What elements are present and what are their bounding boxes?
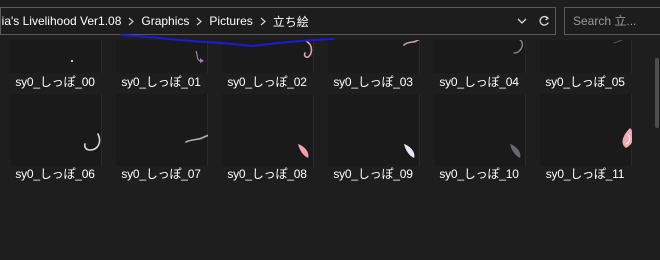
file-thumbnail[interactable] xyxy=(116,94,208,166)
tail-image-icon xyxy=(510,144,521,158)
file-name: sy0_しっぽ_07 xyxy=(121,167,201,181)
file-name: sy0_しっぽ_08 xyxy=(227,167,307,181)
tail-image-icon xyxy=(298,144,309,158)
file-thumbnail[interactable] xyxy=(222,94,314,166)
breadcrumb: lia's Livelihood Ver1.08 Graphics Pictur… xyxy=(1,8,511,34)
file-thumbnail[interactable] xyxy=(540,94,632,166)
breadcrumb-item-pictures[interactable]: Pictures xyxy=(205,14,256,28)
breadcrumb-item-graphics[interactable]: Graphics xyxy=(137,14,193,28)
chevron-right-icon[interactable] xyxy=(193,17,205,26)
file-name: sy0_しっぽ_10 xyxy=(439,167,519,181)
file-item[interactable]: sy0_しっぽ_10 xyxy=(426,94,532,188)
file-name: sy0_しっぽ_06 xyxy=(15,167,95,181)
file-name: sy0_しっぽ_05 xyxy=(545,75,625,89)
address-bar[interactable]: lia's Livelihood Ver1.08 Graphics Pictur… xyxy=(0,7,556,35)
tail-image-icon xyxy=(83,133,101,151)
chevron-down-icon[interactable] xyxy=(511,8,533,34)
file-item[interactable]: sy0_しっぽ_07 xyxy=(108,94,214,188)
file-name: sy0_しっぽ_09 xyxy=(333,167,413,181)
file-item[interactable]: sy0_しっぽ_09 xyxy=(320,94,426,188)
refresh-icon[interactable] xyxy=(533,8,555,34)
tail-image-icon xyxy=(185,134,208,143)
tail-image-icon xyxy=(404,144,415,158)
file-item[interactable]: sy0_しっぽ_08 xyxy=(214,94,320,188)
file-item[interactable]: sy0_しっぽ_11 xyxy=(532,94,638,188)
file-thumbnail[interactable] xyxy=(10,94,102,166)
chevron-right-icon[interactable] xyxy=(125,17,137,26)
file-explorer-window: sy0_しっぽ_00 sy0_しっぽ_01 sy0_しっぽ_02 sy0_しっぽ_03… xyxy=(0,0,660,260)
vertical-scrollbar[interactable] xyxy=(654,40,660,260)
file-name: sy0_しっぽ_11 xyxy=(545,167,625,181)
search-input[interactable] xyxy=(573,14,660,28)
breadcrumb-item-game[interactable]: lia's Livelihood Ver1.08 xyxy=(1,14,125,28)
file-thumbnail[interactable] xyxy=(328,94,420,166)
search-box[interactable] xyxy=(564,7,660,35)
file-item[interactable]: sy0_しっぽ_06 xyxy=(2,94,108,188)
file-thumbnail[interactable] xyxy=(434,94,526,166)
chevron-right-icon[interactable] xyxy=(257,17,269,26)
scrollbar-thumb[interactable] xyxy=(655,58,659,128)
tail-image-icon xyxy=(622,128,632,148)
file-name: sy0_しっぽ_03 xyxy=(333,75,413,89)
file-name: sy0_しっぽ_02 xyxy=(227,75,307,89)
breadcrumb-item-tachie[interactable]: 立ち絵 xyxy=(269,13,313,30)
file-name: sy0_しっぽ_01 xyxy=(121,75,201,89)
file-name: sy0_しっぽ_04 xyxy=(439,75,519,89)
file-name: sy0_しっぽ_00 xyxy=(15,75,95,89)
